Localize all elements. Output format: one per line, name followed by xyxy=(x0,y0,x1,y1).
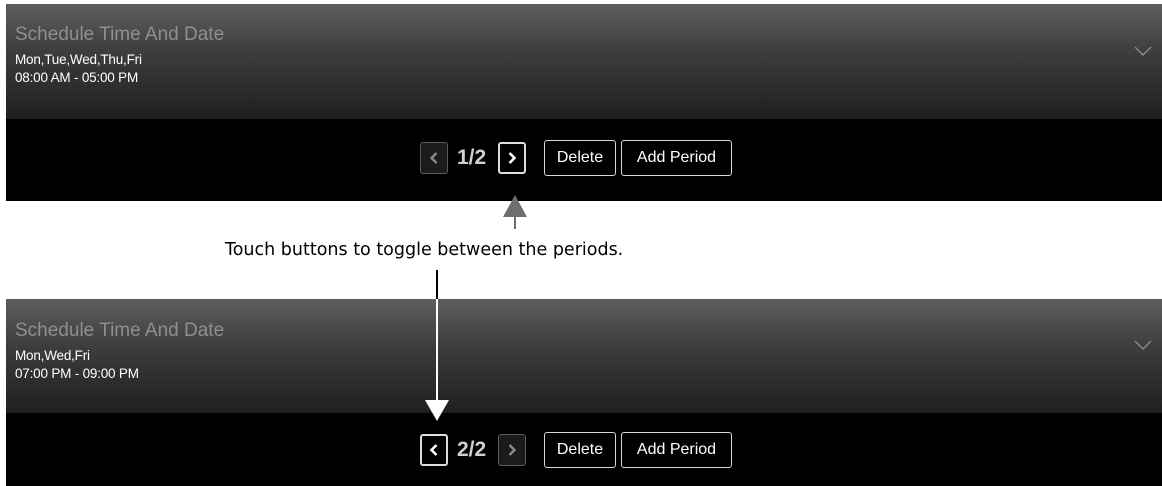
chevron-down-icon[interactable] xyxy=(1134,46,1152,56)
add-period-button[interactable]: Add Period xyxy=(621,140,732,176)
chevron-right-icon xyxy=(508,152,517,164)
schedule-time-range: 07:00 PM - 09:00 PM xyxy=(15,366,139,381)
chevron-left-icon xyxy=(429,444,438,456)
delete-button[interactable]: Delete xyxy=(544,140,616,176)
schedule-header[interactable]: Schedule Time And Date Mon,Wed,Fri 07:00… xyxy=(6,299,1162,413)
schedule-days: Mon,Tue,Wed,Thu,Fri xyxy=(15,52,142,67)
period-toolbar: 2/2 Delete Add Period xyxy=(6,413,1162,486)
chevron-right-icon xyxy=(508,444,517,456)
previous-period-button[interactable] xyxy=(420,434,448,466)
page-indicator: 1/2 xyxy=(457,146,487,169)
schedule-title: Schedule Time And Date xyxy=(15,24,225,45)
schedule-title: Schedule Time And Date xyxy=(15,320,225,341)
instruction-caption: Touch buttons to toggle between the peri… xyxy=(225,240,624,260)
schedule-header[interactable]: Schedule Time And Date Mon,Tue,Wed,Thu,F… xyxy=(6,4,1162,119)
schedule-panel-period-1: Schedule Time And Date Mon,Tue,Wed,Thu,F… xyxy=(6,4,1162,201)
chevron-down-icon[interactable] xyxy=(1134,340,1152,350)
next-period-button[interactable] xyxy=(498,434,526,466)
next-period-button[interactable] xyxy=(498,142,526,174)
schedule-time-range: 08:00 AM - 05:00 PM xyxy=(15,70,139,85)
schedule-panel-period-2: Schedule Time And Date Mon,Wed,Fri 07:00… xyxy=(6,299,1162,486)
period-controls: 2/2 Delete Add Period xyxy=(420,432,732,468)
page-indicator: 2/2 xyxy=(457,438,487,461)
period-toolbar: 1/2 Delete Add Period xyxy=(6,119,1162,201)
delete-button[interactable]: Delete xyxy=(544,432,616,468)
previous-period-button[interactable] xyxy=(420,142,448,174)
period-controls: 1/2 Delete Add Period xyxy=(420,140,732,176)
add-period-button[interactable]: Add Period xyxy=(621,432,732,468)
chevron-left-icon xyxy=(429,152,438,164)
schedule-days: Mon,Wed,Fri xyxy=(15,348,90,363)
